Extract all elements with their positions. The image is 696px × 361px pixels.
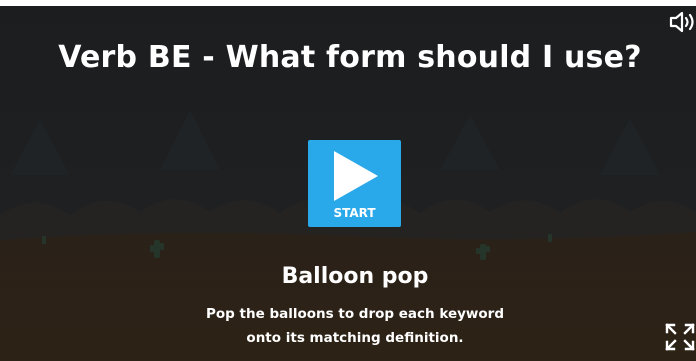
sound-button[interactable] [668, 10, 696, 34]
template-description: Pop the balloons to drop each keyword on… [0, 302, 696, 350]
speaker-icon [669, 11, 694, 33]
description-line-2: onto its matching definition. [246, 330, 464, 346]
description-line-1: Pop the balloons to drop each keyword [206, 306, 504, 322]
play-icon [334, 151, 378, 201]
template-name: Balloon pop [281, 264, 429, 289]
top-edge [0, 0, 696, 6]
start-label: START [333, 206, 376, 220]
fullscreen-button[interactable] [664, 322, 696, 352]
game-stage: Verb BE - What form should I use? START … [0, 0, 696, 361]
fullscreen-icon [665, 323, 695, 351]
activity-title: Verb BE - What form should I use? [58, 40, 642, 75]
start-button[interactable]: START [308, 140, 401, 227]
